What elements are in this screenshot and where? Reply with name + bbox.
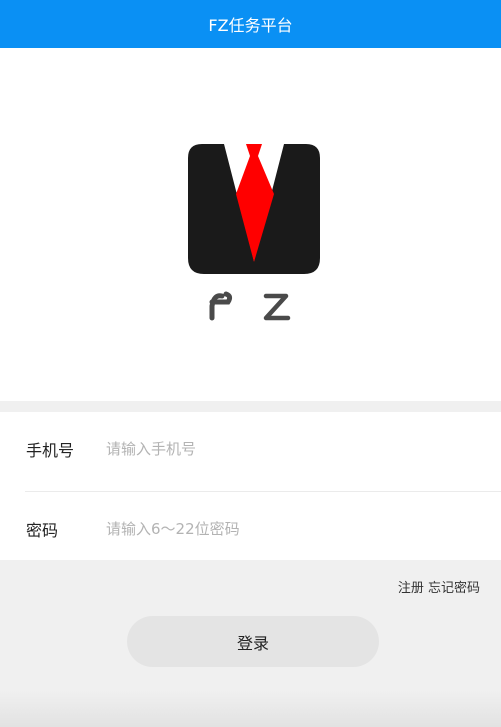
password-row: 密码 <box>0 492 501 566</box>
login-button[interactable]: 登录 <box>127 616 379 667</box>
app-header: FZ任务平台 <box>0 0 501 48</box>
auth-links: 注册 忘记密码 <box>398 577 480 596</box>
password-label: 密码 <box>26 521 59 540</box>
register-link[interactable]: 注册 <box>398 581 424 596</box>
login-form: 手机号 密码 <box>0 412 501 560</box>
phone-input[interactable] <box>106 434 476 464</box>
tie-knot-shape <box>246 144 262 156</box>
password-input[interactable] <box>106 514 476 544</box>
letter-f-shape <box>209 291 233 321</box>
forgot-password-link[interactable]: 忘记密码 <box>428 581 480 596</box>
bottom-area <box>0 690 501 727</box>
logo-area: F Z <box>0 48 501 401</box>
phone-row: 手机号 <box>0 412 501 486</box>
phone-label: 手机号 <box>26 441 75 460</box>
page-title: FZ任务平台 <box>208 16 293 35</box>
letter-z-shape <box>263 293 291 321</box>
fz-logo-icon: F Z <box>188 144 320 321</box>
